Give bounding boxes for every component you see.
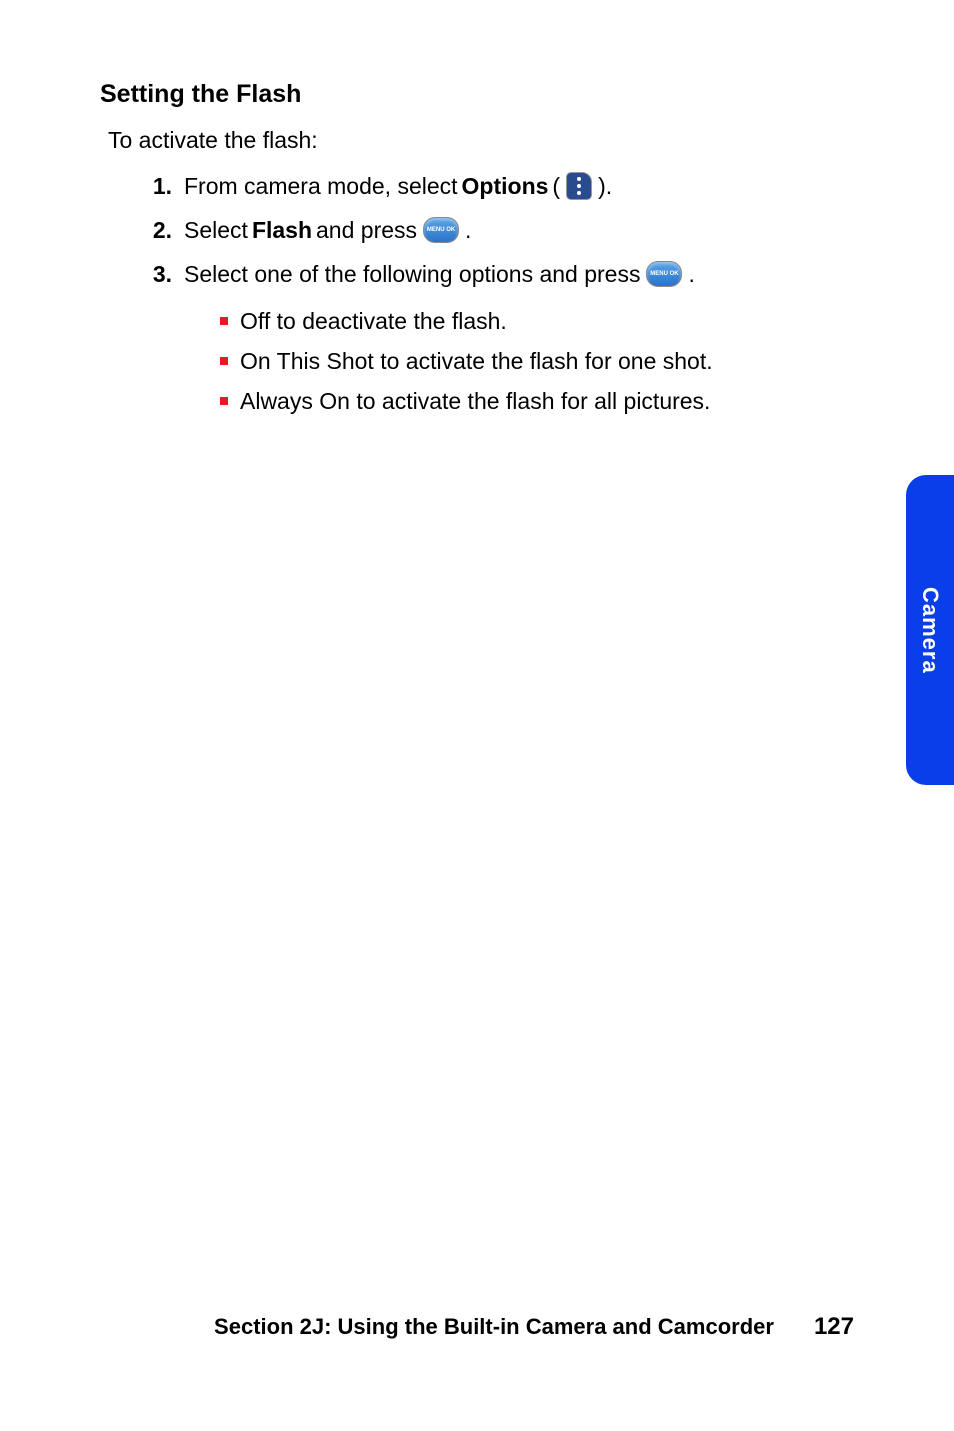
bullet-text: On This Shot to activate the flash for o… xyxy=(240,342,713,380)
bullet-rest: to activate the flash for all pictures. xyxy=(350,388,711,414)
step-suffix: . xyxy=(688,258,694,290)
intro-text: To activate the flash: xyxy=(108,127,854,154)
menu-ok-button-icon: MENU OK xyxy=(646,261,682,287)
bullet-bold: Off xyxy=(240,308,270,334)
chapter-side-tab: Camera xyxy=(906,475,954,785)
footer-section-title: Section 2J: Using the Built-in Camera an… xyxy=(214,1314,774,1340)
page-content: Setting the Flash To activate the flash:… xyxy=(0,0,954,420)
step-bold: Options xyxy=(462,170,549,202)
step-text: Select Flash and press MENU OK . xyxy=(184,214,854,246)
step-3: 3. Select one of the following options a… xyxy=(132,258,854,290)
bullet-bold: On This Shot xyxy=(240,348,374,374)
step-bold: Flash xyxy=(252,214,312,246)
options-menu-icon xyxy=(566,172,592,200)
page-footer: Section 2J: Using the Built-in Camera an… xyxy=(214,1313,854,1341)
step-number: 1. xyxy=(132,170,172,202)
bullet-item: Off to deactivate the flash. xyxy=(220,302,854,340)
step-2: 2. Select Flash and press MENU OK . xyxy=(132,214,854,246)
step-number: 2. xyxy=(132,214,172,246)
close-paren: ). xyxy=(598,170,612,202)
step-number: 3. xyxy=(132,258,172,290)
step-suffix: . xyxy=(465,214,471,246)
step-prefix: From camera mode, select xyxy=(184,170,458,202)
bullet-rest: to deactivate the flash. xyxy=(270,308,507,334)
step-text: From camera mode, select Options ( ). xyxy=(184,170,854,202)
bullet-square-icon xyxy=(220,397,228,405)
bullet-bold: Always On xyxy=(240,388,350,414)
menu-ok-button-icon: MENU OK xyxy=(423,217,459,243)
step-prefix: Select one of the following options and … xyxy=(184,258,640,290)
step-1: 1. From camera mode, select Options ( ). xyxy=(132,170,854,202)
bullet-square-icon xyxy=(220,317,228,325)
step-text: Select one of the following options and … xyxy=(184,258,854,290)
bullet-rest: to activate the flash for one shot. xyxy=(374,348,713,374)
step-mid: and press xyxy=(316,214,417,246)
bullet-square-icon xyxy=(220,357,228,365)
bullet-options: Off to deactivate the flash. On This Sho… xyxy=(220,302,854,420)
section-heading: Setting the Flash xyxy=(100,80,854,109)
side-tab-label: Camera xyxy=(917,587,943,674)
open-paren: ( xyxy=(552,170,560,202)
bullet-item: Always On to activate the flash for all … xyxy=(220,382,854,420)
bullet-item: On This Shot to activate the flash for o… xyxy=(220,342,854,380)
bullet-text: Always On to activate the flash for all … xyxy=(240,382,710,420)
numbered-steps: 1. From camera mode, select Options ( ).… xyxy=(132,170,854,290)
step-prefix: Select xyxy=(184,214,248,246)
footer-page-number: 127 xyxy=(814,1313,854,1341)
bullet-text: Off to deactivate the flash. xyxy=(240,302,507,340)
